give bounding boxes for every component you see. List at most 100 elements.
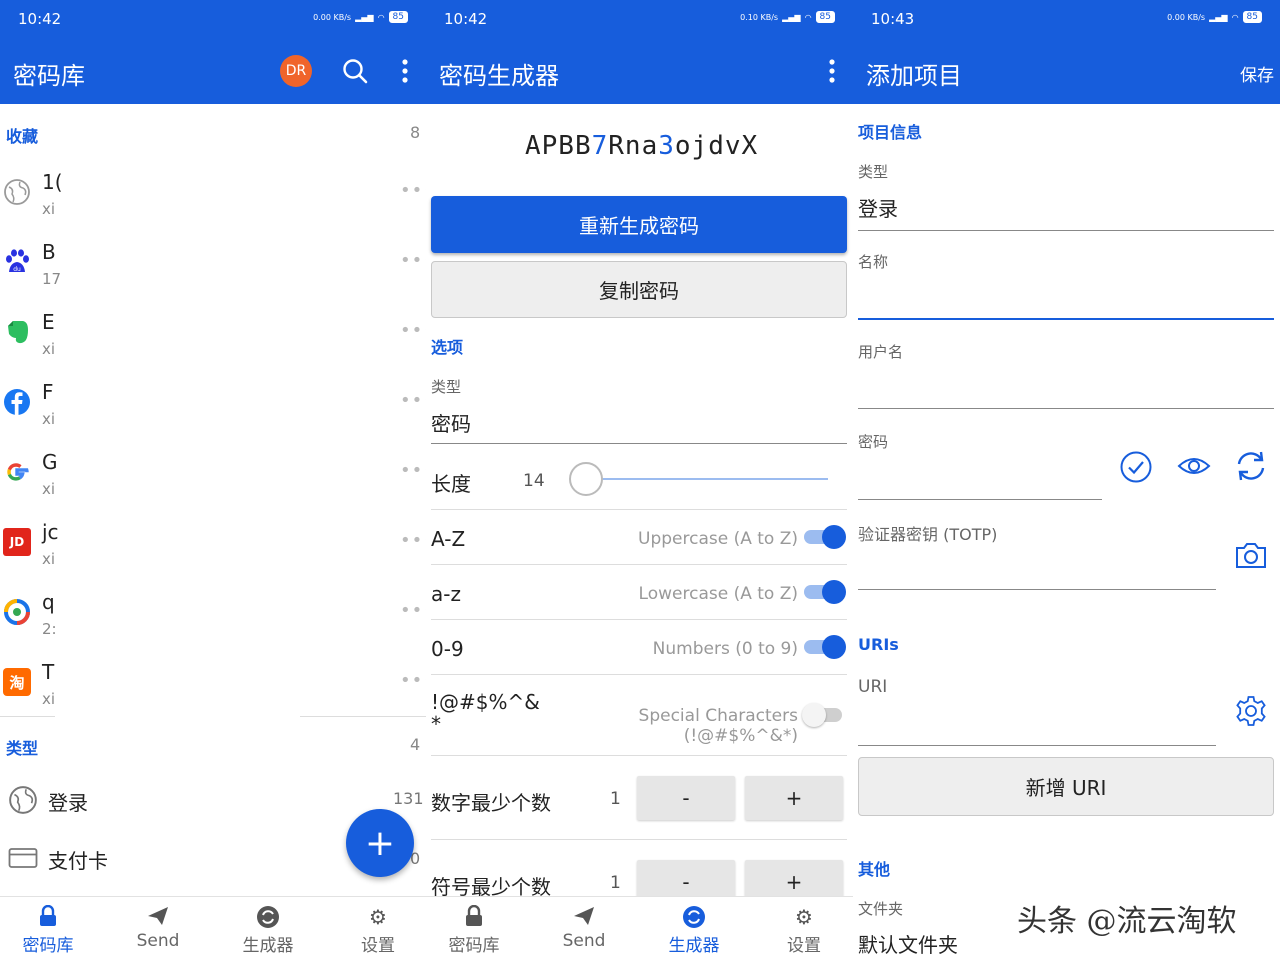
min-numbers-increment[interactable]: + xyxy=(745,776,843,820)
regenerate-password-button[interactable]: 重新生成密码 xyxy=(431,196,847,253)
min-numbers-decrement[interactable]: - xyxy=(637,776,735,820)
numbers-toggle[interactable] xyxy=(802,635,846,659)
nav-generator[interactable]: 生成器 xyxy=(218,905,318,956)
nav-vault[interactable]: 密码库 xyxy=(0,904,98,956)
divider xyxy=(431,564,847,565)
uppercase-toggle[interactable] xyxy=(802,525,846,549)
more-horiz-icon[interactable]: ••• xyxy=(400,532,426,550)
type-label: 类型 xyxy=(858,163,889,181)
camera-icon[interactable] xyxy=(1235,541,1267,569)
item-name: 1( xyxy=(42,170,63,194)
nav-label: 设置 xyxy=(361,936,395,956)
check-password-icon[interactable] xyxy=(1119,450,1153,484)
length-slider-thumb[interactable] xyxy=(569,462,603,496)
uppercase-label: A-Z xyxy=(431,527,466,551)
nav-generator[interactable]: 生成器 xyxy=(644,905,744,956)
refresh-icon xyxy=(644,905,744,931)
uri-field[interactable] xyxy=(858,706,1216,744)
type-select[interactable]: 密码 xyxy=(431,408,471,437)
length-slider-track[interactable] xyxy=(570,478,828,480)
password-digit: 7 xyxy=(591,131,609,161)
status-icons: 0.00 KB/s ▂▄▆ ◠ 85 xyxy=(1167,11,1262,23)
search-icon[interactable] xyxy=(341,57,369,85)
copy-password-button[interactable]: 复制密码 xyxy=(431,261,847,318)
username-field[interactable] xyxy=(858,370,1274,408)
watermark: 头条 @流云淘软 xyxy=(1017,904,1237,939)
add-item-button[interactable]: + xyxy=(346,809,414,877)
avatar[interactable]: DR xyxy=(280,55,312,87)
min-numbers-label: 数字最少个数 xyxy=(431,791,551,815)
length-value: 14 xyxy=(523,471,545,491)
item-name: q xyxy=(42,590,55,614)
special-description: Special Characters (!@#$%^&*) xyxy=(638,706,798,746)
globe-icon xyxy=(4,179,30,205)
numbers-label: 0-9 xyxy=(431,637,464,661)
password-part: ojdvX xyxy=(674,131,759,161)
name-label: 名称 xyxy=(858,253,889,271)
type-label: 支付卡 xyxy=(48,849,108,873)
uppercase-description: Uppercase (A to Z) xyxy=(638,529,798,549)
more-horiz-icon[interactable]: ••• xyxy=(400,462,426,480)
new-uri-button[interactable]: 新增 URI xyxy=(858,757,1274,816)
divider xyxy=(431,619,847,620)
type-select[interactable]: 登录 xyxy=(858,193,898,222)
app-bar: 10:43 0.00 KB/s ▂▄▆ ◠ 85 添加项目 保存 xyxy=(853,0,1280,104)
item-subtitle: 2: xyxy=(42,620,57,638)
folder-select[interactable]: 默认文件夹 xyxy=(858,929,958,958)
nav-settings[interactable]: ⚙ 设置 xyxy=(328,905,426,956)
nav-send[interactable]: Send xyxy=(108,905,208,951)
special-toggle[interactable] xyxy=(802,703,846,727)
wifi-icon: ◠ xyxy=(804,12,812,22)
wifi-icon: ◠ xyxy=(1231,12,1239,22)
battery-icon: 85 xyxy=(388,11,408,23)
page-title: 密码库 xyxy=(13,62,85,90)
more-vert-icon[interactable] xyxy=(400,58,410,84)
google-icon xyxy=(7,463,29,481)
min-numbers-value: 1 xyxy=(610,789,621,809)
nav-label: Send xyxy=(562,931,606,951)
status-time: 10:43 xyxy=(871,10,915,28)
more-horiz-icon[interactable]: ••• xyxy=(400,322,426,340)
save-button[interactable]: 保存 xyxy=(1240,61,1274,86)
other-header: 其他 xyxy=(858,860,891,879)
item-name: G xyxy=(42,450,58,474)
card-icon xyxy=(8,848,38,868)
more-horiz-icon[interactable]: ••• xyxy=(400,392,426,410)
name-field[interactable] xyxy=(858,280,1274,318)
nav-label: 设置 xyxy=(787,936,821,956)
lock-icon xyxy=(426,904,524,931)
nav-vault[interactable]: 密码库 xyxy=(426,904,524,956)
status-time: 10:42 xyxy=(18,10,62,28)
network-speed: 0.10 KB/s xyxy=(740,12,779,22)
battery-icon: 85 xyxy=(1242,11,1262,23)
jd-icon: JD xyxy=(3,528,31,556)
eye-icon[interactable] xyxy=(1177,453,1211,479)
more-horiz-icon[interactable]: ••• xyxy=(400,602,426,620)
signal-icon: ▂▄▆ xyxy=(355,12,374,22)
type-underline xyxy=(858,230,1274,231)
lowercase-toggle[interactable] xyxy=(802,580,846,604)
password-field[interactable] xyxy=(858,460,1102,498)
status-time: 10:42 xyxy=(444,10,488,28)
more-horiz-icon[interactable]: ••• xyxy=(400,182,426,200)
numbers-description: Numbers (0 to 9) xyxy=(652,639,798,659)
nav-send[interactable]: Send xyxy=(534,905,634,951)
totp-field[interactable] xyxy=(858,550,1216,588)
signal-icon: ▂▄▆ xyxy=(782,12,801,22)
more-vert-icon[interactable] xyxy=(827,58,837,84)
favorites-header: 收藏 xyxy=(6,127,39,146)
length-label: 长度 xyxy=(431,472,471,496)
uri-underline xyxy=(858,745,1216,746)
add-item-screen: 10:43 0.00 KB/s ▂▄▆ ◠ 85 添加项目 保存 项目信息 类型… xyxy=(853,0,1280,960)
divider xyxy=(431,839,847,840)
more-horiz-icon[interactable]: ••• xyxy=(400,252,426,270)
more-horiz-icon[interactable]: ••• xyxy=(400,672,426,690)
gear-icon[interactable] xyxy=(1235,695,1267,727)
types-header: 类型 xyxy=(6,739,39,758)
nav-settings[interactable]: ⚙ 设置 xyxy=(754,905,853,956)
nav-label: 生成器 xyxy=(242,936,294,956)
item-subtitle: xi xyxy=(42,550,56,568)
generate-password-icon[interactable] xyxy=(1234,449,1268,483)
refresh-icon xyxy=(218,905,318,931)
baidu-icon: du xyxy=(6,249,29,273)
